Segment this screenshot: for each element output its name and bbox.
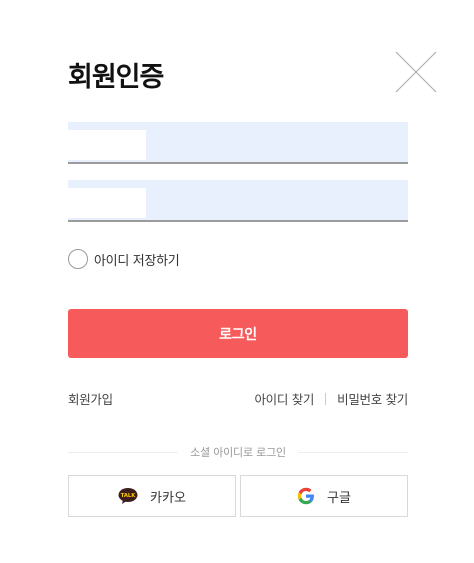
password-input[interactable] — [68, 180, 408, 220]
kakao-login-label: 카카오 — [150, 490, 186, 506]
close-button[interactable] — [394, 50, 438, 94]
remember-id-option[interactable]: 아이디 저장하기 — [68, 248, 180, 270]
google-login-label: 구글 — [327, 490, 351, 506]
kakao-login-button[interactable]: TALK 카카오 — [68, 475, 236, 517]
id-field-wrapper — [68, 122, 408, 164]
find-links: 아이디 찾기 비밀번호 찾기 — [254, 389, 408, 408]
google-g-icon — [297, 487, 315, 505]
separator-line-right — [297, 451, 408, 453]
remember-id-label: 아이디 저장하기 — [94, 253, 180, 269]
kakao-badge-text: TALK — [121, 493, 136, 499]
link-divider — [325, 392, 327, 405]
kakao-talk-icon: TALK — [118, 488, 138, 504]
social-login-caption: 소셜 아이디로 로그인 — [190, 446, 286, 459]
page-title: 회원인증 — [68, 62, 164, 93]
close-icon — [395, 51, 437, 93]
remember-id-radio[interactable] — [68, 249, 88, 269]
separator-line-left — [68, 451, 179, 453]
login-button[interactable]: 로그인 — [68, 309, 408, 358]
id-input[interactable] — [68, 122, 408, 162]
find-id-link[interactable]: 아이디 찾기 — [254, 389, 314, 408]
find-password-link[interactable]: 비밀번호 찾기 — [337, 389, 408, 408]
join-link[interactable]: 회원가입 — [68, 389, 113, 408]
google-login-button[interactable]: 구글 — [240, 475, 408, 517]
social-login-separator: 소셜 아이디로 로그인 — [68, 443, 408, 461]
password-field-wrapper — [68, 180, 408, 222]
account-links: 회원가입 아이디 찾기 비밀번호 찾기 — [68, 389, 408, 409]
